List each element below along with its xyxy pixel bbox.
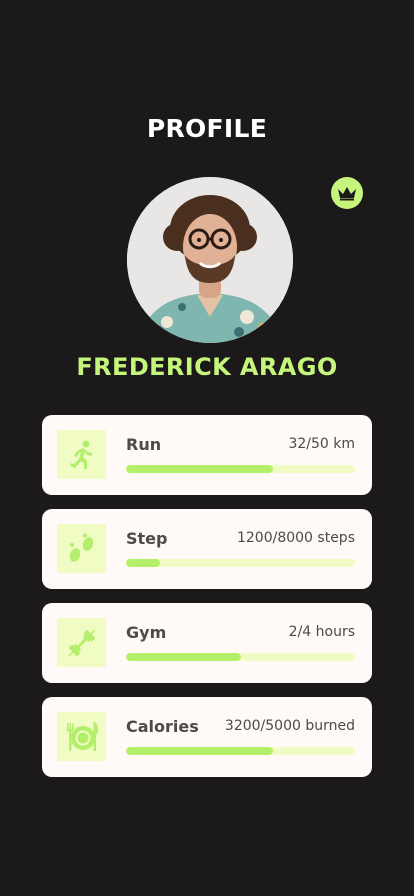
profile-name: FREDERICK ARAGO [76,353,338,381]
stat-card-step[interactable]: Step 1200/8000 steps [42,509,372,589]
stat-value: 1200/8000 steps [236,530,355,546]
progress-bar [126,559,355,567]
plate-cutlery-icon [57,712,106,761]
stat-label: Calories [126,717,199,736]
stat-value: 32/50 km [288,436,355,452]
running-icon [57,430,106,479]
stat-card-gym[interactable]: Gym 2/4 hours [42,603,372,683]
stat-label: Step [126,529,168,548]
progress-bar [126,747,355,755]
stat-value: 3200/5000 burned [224,718,355,734]
stat-card-calories[interactable]: Calories 3200/5000 burned [42,697,372,777]
progress-bar [126,653,355,661]
stat-value: 2/4 hours [288,624,355,640]
progress-fill [126,653,241,661]
progress-bar [126,465,355,473]
crown-icon[interactable] [331,177,363,209]
avatar[interactable] [127,177,293,343]
progress-fill [126,465,273,473]
stat-label: Gym [126,623,167,642]
stat-card-run[interactable]: Run 32/50 km [42,415,372,495]
stat-label: Run [126,435,162,454]
progress-fill [126,747,273,755]
footsteps-icon [57,524,106,573]
progress-fill [126,559,161,567]
dumbbell-icon [57,618,106,667]
page-title: PROFILE [146,114,268,143]
